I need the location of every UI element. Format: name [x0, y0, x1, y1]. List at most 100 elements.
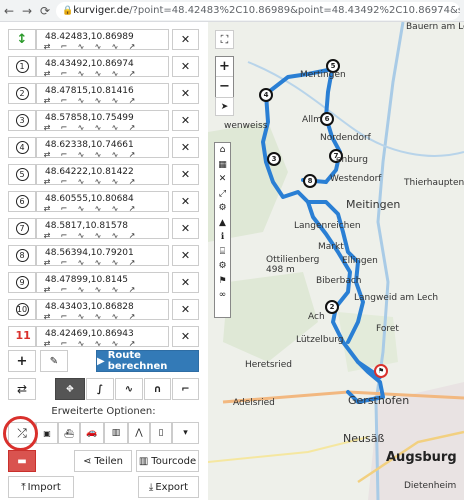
home-icon[interactable]: ⌂ [215, 143, 230, 158]
map-waypoint-6[interactable]: 6 [320, 112, 334, 126]
road-style-icon[interactable]: ⇄ [40, 312, 54, 321]
road-style-icon[interactable]: ⌐ [57, 96, 71, 105]
bicycle-icon[interactable]: ⚙ [215, 201, 230, 216]
remove-waypoint-button[interactable]: ✕ [172, 56, 199, 77]
wand-button[interactable]: ✎ [40, 350, 68, 372]
remove-waypoint-button[interactable]: ✕ [172, 83, 199, 104]
road-style-icon[interactable]: ∿ [74, 312, 88, 321]
waypoint-marker-button[interactable]: 4 [8, 137, 36, 158]
calculate-route-button[interactable]: ▶ Route berechnen [96, 350, 199, 372]
delete-route-button[interactable]: ▬ [8, 450, 36, 472]
road-style-icon[interactable]: ⇄ [40, 69, 54, 78]
road-style-icon[interactable]: ↗ [125, 204, 139, 213]
reload-button[interactable]: ⟳ [36, 4, 54, 18]
road-style-icon[interactable]: ∿ [74, 177, 88, 186]
road-style-icon[interactable]: ↗ [125, 96, 139, 105]
locate-button[interactable]: ➤ [215, 97, 234, 116]
road-style-icon[interactable]: ⌐ [57, 177, 71, 186]
waypoint-marker-button[interactable]: 10 [8, 299, 36, 320]
remove-waypoint-button[interactable]: ✕ [172, 137, 199, 158]
waypoint-input[interactable]: 48.60555,10.80684 ⇄ ⌐ ∿ ∿ ∿ ↗ [36, 191, 169, 213]
museum-icon[interactable]: ⌸ [215, 245, 230, 260]
road-style-icon[interactable]: ∿ [91, 150, 105, 159]
car-option-button[interactable]: 🚗 [80, 422, 104, 444]
mountain-icon[interactable]: ▲ [215, 216, 230, 231]
waypoint-input[interactable]: 48.64222,10.81422 ⇄ ⌐ ∿ ∿ ∿ ↗ [36, 164, 169, 186]
road-style-icon[interactable]: ⌐ [57, 258, 71, 267]
remove-waypoint-button[interactable]: ✕ [172, 164, 199, 185]
remove-waypoint-button[interactable]: ✕ [172, 326, 199, 347]
waypoint-input[interactable]: 48.57858,10.75499 ⇄ ⌐ ∿ ∿ ∿ ↗ [36, 110, 169, 132]
road-style-icon[interactable]: ⇄ [40, 177, 54, 186]
road-style-icon[interactable]: ↗ [125, 42, 139, 51]
remove-waypoint-button[interactable]: ✕ [172, 299, 199, 320]
fullscreen-icon[interactable]: ⤢ [215, 187, 230, 202]
waypoint-input[interactable]: 48.43403,10.86828 ⇄ ⌐ ∿ ∿ ∿ ↗ [36, 299, 169, 321]
remove-waypoint-button[interactable]: ✕ [172, 191, 199, 212]
tourcode-button[interactable]: ▥ Tourcode [136, 450, 199, 472]
road-curvy-3-button[interactable]: ∩ [144, 378, 171, 400]
import-button[interactable]: ⤒ Import [8, 476, 74, 498]
map-waypoint-start[interactable]: ⚑ [374, 364, 388, 378]
toll-option-button[interactable]: ▣ [36, 422, 58, 444]
map-waypoint-8[interactable]: 8 [303, 174, 317, 188]
road-style-icon[interactable]: ∿ [108, 42, 122, 51]
road-style-icon[interactable]: ∿ [91, 42, 105, 51]
map-layers-icon[interactable]: ▦ [215, 158, 230, 173]
road-curvy-4-button[interactable]: ⌐ [172, 378, 199, 400]
road-style-icon[interactable]: ∿ [74, 69, 88, 78]
waypoint-marker-button[interactable]: 1 [8, 56, 36, 77]
road-style-icon[interactable]: ↗ [125, 312, 139, 321]
waypoint-marker-button[interactable]: 9 [8, 272, 36, 293]
road-style-icon[interactable]: ∿ [91, 96, 105, 105]
road-style-icon[interactable]: ∿ [74, 150, 88, 159]
flag-icon[interactable]: ⚑ [215, 274, 230, 289]
road-style-icon[interactable]: ↗ [125, 231, 139, 240]
road-style-icon[interactable]: ∿ [108, 150, 122, 159]
unpaved-option-button[interactable]: ▯ [150, 422, 172, 444]
waypoint-input[interactable]: 48.62338,10.74661 ⇄ ⌐ ∿ ∿ ∿ ↗ [36, 137, 169, 159]
road-style-icon[interactable]: ∿ [108, 204, 122, 213]
road-style-icon[interactable]: ↗ [125, 69, 139, 78]
road-curvy-2-button[interactable]: ∿ [115, 378, 143, 400]
road-style-icon[interactable]: ∿ [74, 42, 88, 51]
road-style-icon[interactable]: ⇄ [40, 231, 54, 240]
road-style-icon[interactable]: ⌐ [57, 312, 71, 321]
options-dropdown-button[interactable]: ▾ [172, 422, 199, 444]
road-style-icon[interactable]: ∿ [74, 285, 88, 294]
remove-waypoint-button[interactable]: ✕ [172, 272, 199, 293]
road-style-icon[interactable]: ∿ [91, 69, 105, 78]
road-style-icon[interactable]: ↗ [125, 339, 139, 348]
road-style-icon[interactable]: ⇄ [40, 204, 54, 213]
road-style-icon[interactable]: ↗ [125, 258, 139, 267]
road-curvy-1-button[interactable]: ∫ [86, 378, 114, 400]
map-waypoint-4[interactable]: 4 [259, 88, 273, 102]
road-style-icon[interactable]: ⇄ [40, 285, 54, 294]
road-style-icon[interactable]: ⌐ [57, 150, 71, 159]
waypoint-marker-button[interactable]: 7 [8, 218, 36, 239]
ferry-option-button[interactable]: ⛴ [58, 422, 80, 444]
road-style-icon[interactable]: ∿ [91, 231, 105, 240]
road-style-icon[interactable]: ∿ [91, 339, 105, 348]
road-style-icon[interactable]: ∿ [91, 285, 105, 294]
road-style-icon[interactable]: ∿ [74, 204, 88, 213]
road-style-icon[interactable]: ∿ [108, 258, 122, 267]
road-style-icon[interactable]: ⌐ [57, 204, 71, 213]
road-style-icon[interactable]: ↗ [125, 150, 139, 159]
road-style-icon[interactable]: ⌐ [57, 123, 71, 132]
road-style-icon[interactable]: ∿ [108, 285, 122, 294]
map-view[interactable]: 5 4 6 7 3 8 2 ⚑ Mertingen Allm Nordendorf e… [208, 22, 464, 500]
road-style-icon[interactable]: ⌐ [57, 42, 71, 51]
settings-icon[interactable]: ⚙ [215, 259, 230, 274]
road-style-icon[interactable]: ↗ [125, 123, 139, 132]
road-style-icon[interactable]: ∿ [108, 231, 122, 240]
zoom-out-button[interactable]: − [216, 77, 233, 97]
road-style-icon[interactable]: ∿ [74, 96, 88, 105]
remove-waypoint-button[interactable]: ✕ [172, 245, 199, 266]
remove-waypoint-button[interactable]: ✕ [172, 29, 199, 50]
road-style-icon[interactable]: ⇄ [40, 339, 54, 348]
waypoint-input[interactable]: 48.47899,10.8145 ⇄ ⌐ ∿ ∿ ∿ ↗ [36, 272, 169, 294]
road-option-button[interactable]: ⋀ [128, 422, 150, 444]
road-style-icon[interactable]: ∿ [74, 123, 88, 132]
road-style-icon[interactable]: ∿ [91, 258, 105, 267]
